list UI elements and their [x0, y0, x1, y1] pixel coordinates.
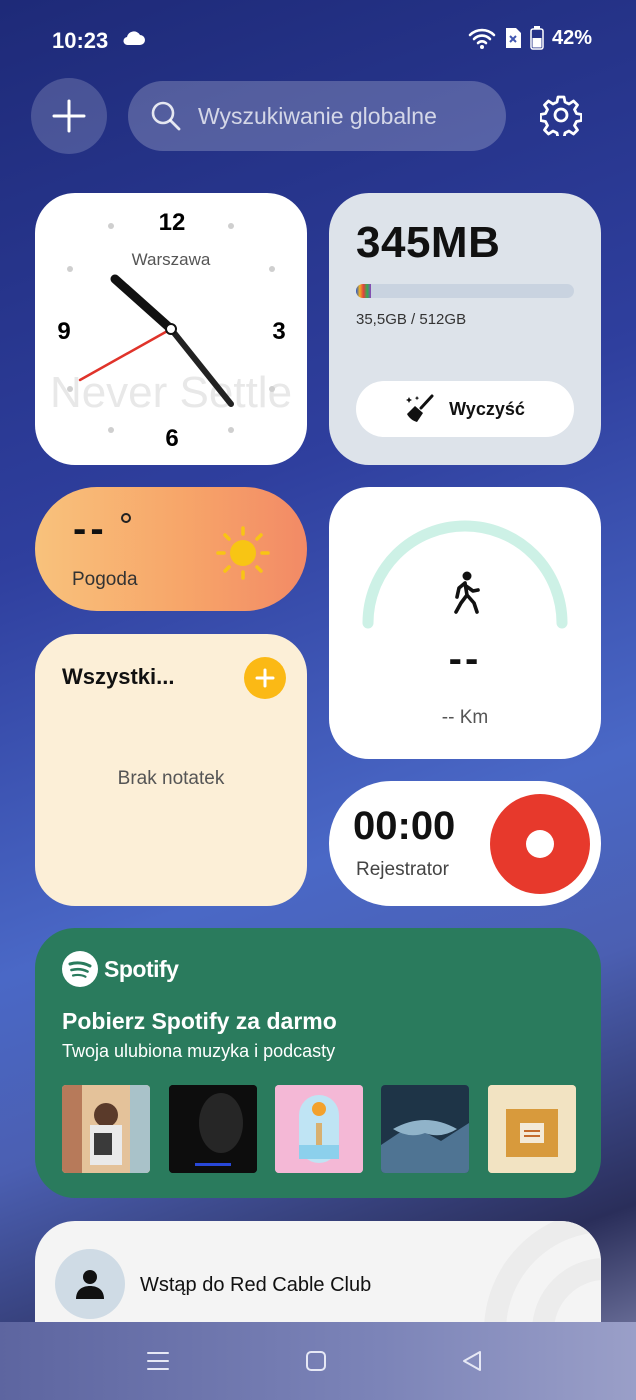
menu-icon[interactable] [146, 1350, 170, 1372]
spotify-logo: Spotify [62, 951, 179, 987]
notes-title: Wszystki... [62, 664, 175, 689]
clock-numeral-9: 9 [57, 318, 70, 345]
plus-icon [255, 668, 275, 688]
clean-button-label: Wyczyść [449, 398, 525, 419]
clock-widget[interactable]: Never Settle 12 3 6 9 Warszawa [35, 193, 307, 465]
cloud-icon [123, 31, 145, 46]
record-icon [526, 830, 554, 858]
spotify-subtitle: Twoja ulubiona muzyka i podcasty [62, 1041, 336, 1061]
degree-symbol [121, 513, 131, 523]
battery-level: 42% [551, 26, 592, 49]
album-cover[interactable] [488, 1085, 576, 1173]
walking-icon [454, 571, 480, 614]
battery-icon [530, 26, 544, 50]
sun-icon [216, 526, 270, 580]
album-cover[interactable] [275, 1085, 363, 1173]
search-placeholder: Wyszukiwanie globalne [198, 102, 437, 129]
person-icon [76, 1270, 104, 1299]
storage-usage-bar [356, 284, 574, 298]
global-search[interactable]: Wyszukiwanie globalne [128, 81, 506, 151]
steps-distance: -- Km [441, 707, 489, 728]
storage-usage-fill [356, 284, 372, 298]
record-button[interactable] [490, 794, 590, 894]
recorder-widget[interactable]: 00:00 Rejestrator [329, 781, 601, 906]
weather-widget[interactable]: -- Pogoda [35, 487, 307, 611]
recorder-label: Rejestrator [356, 859, 449, 880]
weather-temperature: -- [73, 507, 108, 551]
clean-button[interactable]: Wyczyść [356, 381, 574, 437]
spotify-brand: Spotify [104, 955, 179, 982]
plus-icon [52, 99, 86, 133]
spotify-widget[interactable]: Spotify Pobierz Spotify za darmo Twoja u… [35, 928, 601, 1198]
notes-widget[interactable]: Wszystki... Brak notatek [35, 634, 307, 906]
steps-widget[interactable]: -- -- Km [329, 487, 601, 759]
album-cover[interactable] [169, 1085, 257, 1173]
notes-empty-text: Brak notatek [117, 768, 225, 789]
back-icon[interactable] [461, 1350, 483, 1372]
album-cover[interactable] [381, 1085, 469, 1173]
storage-cleaner-widget[interactable]: 345MB 35,5GB / 512GB Wyczyść [329, 193, 601, 465]
wifi-icon [468, 28, 496, 49]
no-sim-icon [505, 28, 521, 48]
storage-value: 345MB [356, 218, 501, 267]
clock-numeral-6: 6 [165, 425, 178, 452]
avatar [55, 1249, 125, 1319]
club-join-text: Wstąp do Red Cable Club [140, 1274, 372, 1296]
album-cover[interactable] [62, 1085, 150, 1173]
status-icons: 42% [468, 26, 592, 50]
clock-hour-hand [110, 274, 176, 334]
add-note-button[interactable] [244, 657, 286, 699]
steps-value: -- [448, 637, 482, 681]
clock-city: Warszawa [132, 250, 211, 269]
clock-numeral-3: 3 [272, 318, 285, 345]
broom-icon [406, 394, 434, 422]
spotify-icon [62, 951, 98, 987]
add-widget-button[interactable] [31, 78, 107, 154]
recorder-time: 00:00 [353, 804, 456, 848]
analog-clock: Never Settle 12 3 6 9 Warszawa [50, 209, 292, 452]
clock-numeral-12: 12 [159, 209, 186, 236]
home-icon[interactable] [305, 1350, 327, 1372]
storage-usage-text: 35,5GB / 512GB [356, 311, 467, 328]
spotify-title: Pobierz Spotify za darmo [62, 1008, 337, 1034]
status-time: 10:23 [52, 28, 109, 53]
weather-label: Pogoda [72, 569, 138, 590]
status-bar: 10:23 42% [0, 0, 636, 80]
navigation-bar [0, 1322, 636, 1400]
gear-icon[interactable] [540, 94, 582, 136]
search-icon [151, 101, 181, 131]
